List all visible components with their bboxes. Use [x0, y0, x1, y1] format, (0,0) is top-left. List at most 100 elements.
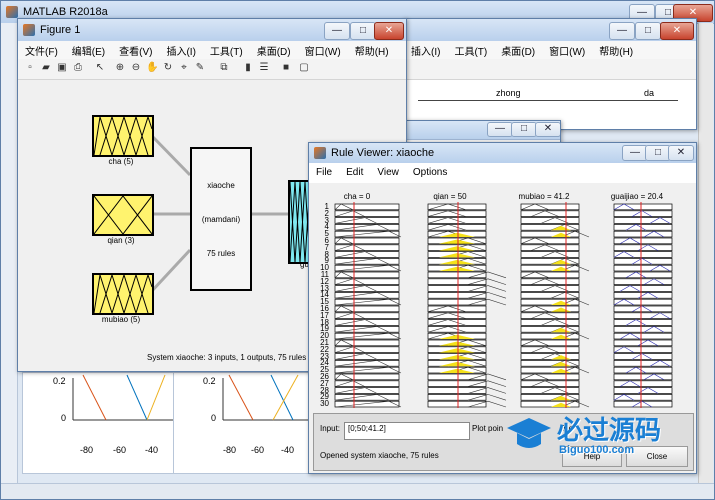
menu-help[interactable]: 帮助(H) — [348, 41, 396, 58]
hidden-dialog-titlebar[interactable]: — □ ✕ — [405, 121, 560, 140]
figure1-close-button[interactable]: ✕ — [374, 22, 404, 40]
rv-status-text: Opened system xiaoche, 75 rules — [320, 451, 439, 460]
figure1-menubar: 文件(F) 编辑(E) 查看(V) 插入(I) 工具(T) 桌面(D) 窗口(W) 帮助(H) — [18, 41, 406, 59]
hide-tools-icon[interactable]: ■ — [280, 62, 292, 74]
hidden-close-button[interactable]: ✕ — [535, 122, 560, 137]
plot-points-label: Plot poin — [472, 424, 504, 433]
zoom-in-icon[interactable]: ⊕ — [114, 62, 126, 74]
rule-cell — [520, 339, 580, 347]
rule-cell — [520, 332, 580, 340]
xtick-b-1: -80 — [223, 445, 237, 455]
legend-icon[interactable]: ☰ — [258, 62, 270, 74]
rule-cell — [520, 373, 580, 381]
rule-cell — [334, 292, 400, 299]
system-rules: 75 rules — [206, 249, 236, 258]
input-qian-box[interactable] — [92, 194, 154, 236]
menu-view[interactable]: 查看(V) — [112, 41, 159, 58]
rule-viewer-titlebar[interactable]: Rule Viewer: xiaoche — □ ✕ — [309, 143, 696, 164]
rule-cell — [613, 312, 673, 319]
rule-cell — [520, 271, 580, 279]
rule-cell — [520, 251, 580, 258]
rule-cell — [613, 326, 673, 333]
figure1-titlebar[interactable]: Figure 1 — □ ✕ — [18, 19, 406, 42]
label-zhong: zhong — [496, 88, 521, 98]
rotate-icon[interactable]: ↻ — [162, 62, 174, 74]
bg-menu-insert[interactable]: 插入(I) — [404, 41, 447, 58]
colorbar-icon[interactable]: ▮ — [242, 62, 254, 74]
figure1-toolbar: ▫ ▰ ▣ ⎙ ↖ ⊕ ⊖ ✋ ↻ ⌖ ✎ ⧉ ▮ ☰ ■ ▢ — [18, 59, 406, 80]
rule-viewer-title: Rule Viewer: xiaoche — [331, 147, 435, 159]
rule-cell — [334, 224, 400, 231]
bg-menu-help[interactable]: 帮助(H) — [592, 41, 640, 58]
fis-system-box[interactable]: xiaoche (mamdani) 75 rules — [190, 147, 252, 291]
rule-cell — [334, 394, 400, 401]
data-cursor-icon[interactable]: ⌖ — [178, 62, 190, 74]
rule-cell — [613, 217, 673, 224]
bg-maximize-button[interactable]: □ — [635, 22, 661, 40]
open-file-icon[interactable]: ▰ — [40, 62, 52, 74]
brush-icon[interactable]: ✎ — [194, 62, 206, 74]
input-mubiao-label: mubiao (5) — [101, 315, 141, 324]
menu-desktop[interactable]: 桌面(D) — [250, 41, 298, 58]
rule-cell — [520, 292, 580, 299]
bg-menu-window[interactable]: 窗口(W) — [542, 41, 592, 58]
bg-menu-desktop[interactable]: 桌面(D) — [494, 41, 542, 58]
graduation-cap-icon — [505, 414, 553, 454]
menu-insert[interactable]: 插入(I) — [159, 41, 202, 58]
input-label: Input: — [320, 424, 341, 433]
rule-cell — [520, 237, 580, 245]
save-icon[interactable]: ▣ — [56, 62, 68, 74]
bg-close-button[interactable]: ✕ — [660, 22, 694, 40]
bg-plot-divider — [173, 373, 174, 473]
rv-close-button[interactable]: ✕ — [668, 145, 694, 161]
rule-cell — [334, 339, 400, 347]
ytick-0-2: 0.2 — [53, 376, 66, 386]
rule-cell — [613, 380, 673, 387]
hidden-max-button[interactable]: □ — [511, 122, 537, 137]
rv-menu-options[interactable]: Options — [406, 163, 454, 178]
rv-menu-view[interactable]: View — [370, 163, 406, 178]
rule-cell — [613, 264, 673, 272]
rule-cell — [334, 258, 400, 265]
menu-window[interactable]: 窗口(W) — [298, 41, 348, 58]
rule-cell — [520, 217, 580, 224]
rule-cell — [520, 210, 580, 217]
rv-menu-file[interactable]: File — [309, 163, 339, 178]
figure1-maximize-button[interactable]: □ — [350, 22, 376, 40]
rule-cell — [613, 271, 673, 279]
figure1-minimize-button[interactable]: — — [324, 22, 350, 40]
pointer-icon[interactable]: ↖ — [94, 62, 106, 74]
rule-cell — [613, 230, 673, 238]
ytick-0: 0 — [61, 413, 67, 423]
bg-plot-area: 0.2 0 -80 -60 -40 0.2 0 -80 -60 -40 — [22, 372, 314, 474]
menu-tools[interactable]: 工具(T) — [203, 41, 250, 58]
new-figure-icon[interactable]: ▫ — [24, 62, 36, 74]
rule-cell — [613, 360, 673, 367]
link-icon[interactable]: ⧉ — [218, 62, 230, 74]
rv-menu-edit[interactable]: Edit — [339, 163, 370, 178]
rule-cell — [520, 319, 580, 326]
rule-cell — [520, 400, 580, 408]
menu-edit[interactable]: 编辑(E) — [65, 41, 112, 58]
hidden-min-button[interactable]: — — [487, 122, 513, 137]
rule-cell — [613, 237, 673, 245]
input-mubiao-box[interactable] — [92, 273, 154, 315]
input-field[interactable]: [0;50;41.2] — [344, 422, 470, 440]
xtick-b-2: -60 — [251, 445, 265, 455]
input-cha-box[interactable] — [92, 115, 154, 157]
input-qian-label: qian (3) — [107, 236, 135, 245]
print-icon[interactable]: ⎙ — [72, 62, 84, 74]
menu-file[interactable]: 文件(F) — [18, 41, 65, 58]
zoom-out-icon[interactable]: ⊖ — [130, 62, 142, 74]
bg-minimize-button[interactable]: — — [609, 22, 635, 40]
rule-cell — [613, 285, 673, 292]
show-tools-icon[interactable]: ▢ — [298, 62, 310, 74]
bg-menu-tools[interactable]: 工具(T) — [447, 41, 494, 58]
bg-figure-menubar: 插入(I) 工具(T) 桌面(D) 窗口(W) 帮助(H) — [404, 41, 696, 59]
rule-cell — [334, 373, 400, 381]
rule-cell — [520, 353, 580, 360]
rule-plots[interactable] — [309, 183, 696, 413]
pan-icon[interactable]: ✋ — [146, 62, 158, 74]
bg-figure-titlebar[interactable]: — □ ✕ — [404, 19, 696, 42]
xtick-a-3: -40 — [145, 445, 159, 455]
